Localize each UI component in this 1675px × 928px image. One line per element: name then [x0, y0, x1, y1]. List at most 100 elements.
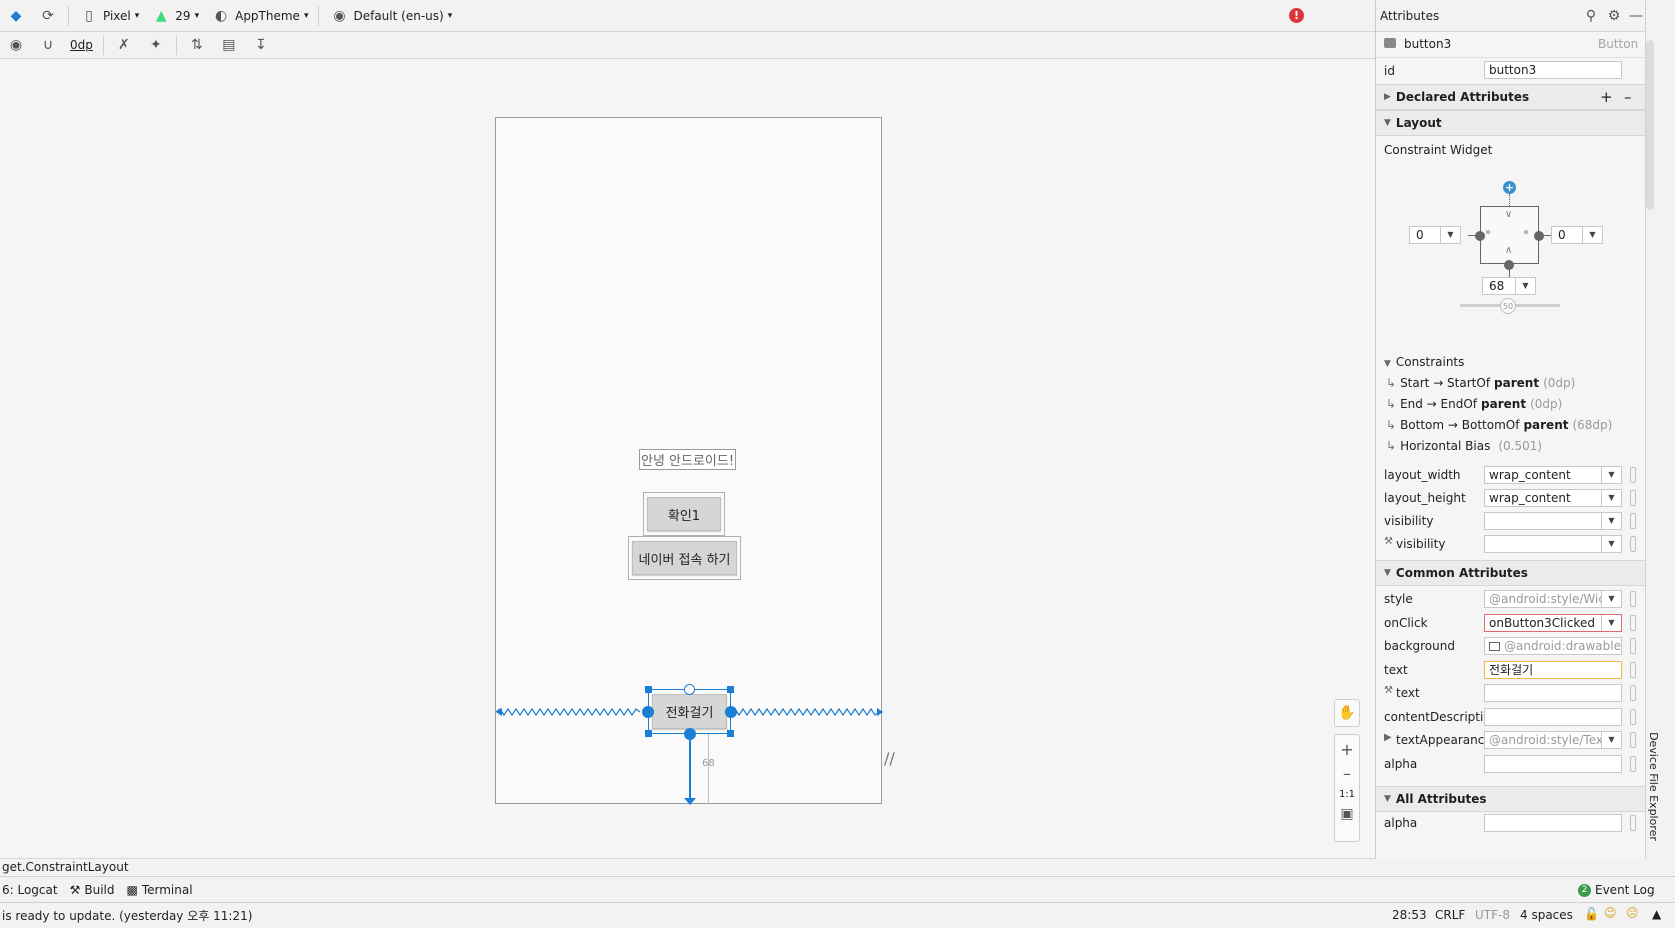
attribute-field[interactable]: @android:drawable/b	[1484, 637, 1622, 655]
clear-constraints-button[interactable]: ✗	[108, 33, 140, 57]
caret-position[interactable]: 28:53	[1392, 908, 1427, 922]
resize-corner-icon[interactable]: ∕∕	[884, 749, 895, 768]
chevron-down-icon[interactable]: ▼	[1601, 467, 1621, 483]
zoom-out-icon[interactable]: –	[1337, 763, 1357, 783]
align-button[interactable]: ▤	[213, 33, 245, 57]
locale-selector[interactable]: ◉ Default (en-us) ▾	[323, 4, 458, 28]
theme-selector[interactable]: ◐ AppTheme ▾	[205, 4, 314, 28]
pin-handle[interactable]	[1630, 513, 1636, 529]
chevron-down-icon[interactable]: ▼	[1601, 513, 1621, 529]
pin-handle[interactable]	[1630, 490, 1636, 506]
pin-handle[interactable]	[1630, 467, 1636, 483]
device-selector[interactable]: ▯ Pixel ▾	[73, 4, 145, 28]
pin-handle[interactable]	[1630, 591, 1636, 607]
hand-icon[interactable]: ✋	[1337, 703, 1357, 723]
attribute-field[interactable]	[1484, 754, 1622, 773]
attribute-field[interactable]: @android:style/Tex ▼	[1484, 731, 1622, 749]
memory-icon[interactable]: ▲	[1652, 907, 1661, 921]
attribute-field[interactable]: @android:style/Wic ▼	[1484, 590, 1622, 608]
view-options-button[interactable]: ◉	[0, 33, 32, 57]
constraint-item[interactable]: ↳ Bottom → BottomOf parent (68dp)	[1386, 418, 1612, 432]
line-separator[interactable]: CRLF	[1435, 908, 1465, 922]
greeting-textview[interactable]: 안녕 안드로이드!	[639, 449, 737, 470]
add-top-constraint-icon[interactable]: +	[1503, 181, 1516, 194]
constraints-header[interactable]: ▼ Constraints	[1384, 355, 1464, 369]
button1[interactable]: 확인1	[647, 497, 721, 531]
build-tab[interactable]: ⚒ Build	[64, 878, 121, 902]
button3[interactable]: 전화걸기	[652, 694, 727, 729]
file-encoding[interactable]: UTF-8	[1475, 908, 1510, 922]
orientation-button[interactable]: ⟳	[32, 4, 64, 28]
pin-handle[interactable]	[1630, 638, 1636, 654]
logcat-tab[interactable]: 6: Logcat	[0, 878, 64, 902]
scrollbar[interactable]	[1646, 40, 1654, 210]
infer-constraints-button[interactable]: ✦	[140, 33, 172, 57]
resize-handle[interactable]	[727, 686, 734, 693]
attribute-field[interactable]	[1484, 814, 1622, 832]
resize-handle[interactable]	[727, 730, 734, 737]
chevron-down-icon[interactable]: ▼	[1601, 490, 1621, 506]
search-icon[interactable]: ⚲	[1581, 6, 1601, 26]
terminal-tab[interactable]: ▩ Terminal	[120, 878, 198, 902]
remove-icon[interactable]: –	[1624, 88, 1632, 106]
pack-button[interactable]: ⇅	[181, 33, 213, 57]
left-margin-select[interactable]: 0 ▼	[1409, 226, 1461, 244]
zoom-fit-icon[interactable]: ▣	[1337, 804, 1357, 824]
pin-handle[interactable]	[1630, 614, 1636, 631]
layers-button[interactable]: ◆	[0, 4, 32, 28]
constraint-item[interactable]: ↳ End → EndOf parent (0dp)	[1386, 397, 1562, 411]
pin-handle[interactable]	[1630, 685, 1636, 701]
breadcrumb[interactable]: get.ConstraintLayout	[0, 858, 1375, 876]
design-canvas[interactable]: 안녕 안드로이드! 확인1 네이버 접속 하기 전화걸기 68 ∕∕ ✋ + –…	[0, 59, 1375, 859]
right-margin-select[interactable]: 0 ▼	[1551, 226, 1603, 244]
bottom-anchor[interactable]	[684, 728, 696, 740]
attribute-field[interactable]: onButton3Clicked ▼	[1484, 613, 1622, 632]
pin-handle[interactable]	[1630, 755, 1636, 772]
pin-handle[interactable]	[1630, 536, 1636, 552]
guidelines-button[interactable]: ↧	[245, 33, 277, 57]
layout-header[interactable]: ▼ Layout	[1376, 110, 1646, 136]
pin-handle[interactable]	[1630, 732, 1636, 748]
chevron-down-icon[interactable]: ▼	[1601, 614, 1621, 631]
pin-handle[interactable]	[1630, 661, 1636, 678]
attribute-field[interactable]: 전화걸기	[1484, 660, 1622, 679]
button2[interactable]: 네이버 접속 하기	[632, 541, 737, 575]
bias-slider-thumb[interactable]: 50	[1500, 298, 1516, 314]
resize-handle[interactable]	[645, 730, 652, 737]
top-anchor[interactable]	[684, 684, 695, 695]
zoom-reset-button[interactable]: 1:1	[1339, 789, 1355, 800]
attribute-field[interactable]	[1484, 707, 1622, 726]
add-icon[interactable]: +	[1600, 88, 1613, 106]
chevron-down-icon[interactable]: ▼	[1601, 536, 1621, 552]
lock-icon[interactable]: 🔓	[1584, 907, 1599, 921]
all-attributes-header[interactable]: ▼ All Attributes	[1376, 786, 1646, 812]
attribute-field[interactable]: ▼	[1484, 535, 1622, 553]
common-attributes-header[interactable]: ▼ Common Attributes	[1376, 560, 1646, 586]
end-anchor[interactable]	[725, 706, 737, 718]
chevron-down-icon[interactable]: ▼	[1601, 591, 1621, 607]
api-selector[interactable]: ▲ 29 ▾	[145, 4, 205, 28]
pin-handle[interactable]	[1630, 815, 1636, 831]
constraint-item[interactable]: ↳ Horizontal Bias (0.501)	[1386, 439, 1542, 453]
error-icon[interactable]: !	[1289, 8, 1304, 23]
gear-icon[interactable]: ⚙	[1604, 6, 1624, 26]
default-margin-button[interactable]: 0dp	[64, 33, 99, 57]
indent-setting[interactable]: 4 spaces	[1520, 908, 1573, 922]
chevron-down-icon[interactable]: ▼	[1601, 732, 1621, 748]
pin-handle[interactable]	[1630, 708, 1636, 725]
attribute-field[interactable]: ▼	[1484, 512, 1622, 530]
zoom-in-icon[interactable]: +	[1337, 739, 1357, 759]
autoconnect-button[interactable]: ∪	[32, 33, 64, 57]
resize-handle[interactable]	[645, 686, 652, 693]
attribute-field[interactable]	[1484, 684, 1622, 702]
minimize-icon[interactable]: —	[1626, 6, 1646, 26]
attribute-field[interactable]: wrap_content ▼	[1484, 489, 1622, 507]
id-field[interactable]: button3	[1484, 61, 1622, 79]
start-anchor[interactable]	[642, 706, 654, 718]
constraint-item[interactable]: ↳ Start → StartOf parent (0dp)	[1386, 376, 1575, 390]
sad-face-icon[interactable]: ☹	[1626, 906, 1639, 920]
bottom-margin-select[interactable]: 68 ▼	[1482, 277, 1536, 295]
attribute-field[interactable]: wrap_content ▼	[1484, 466, 1622, 484]
device-file-explorer-tab[interactable]: Device File Explorer	[1647, 720, 1674, 860]
declared-attributes-header[interactable]: ▶ Declared Attributes + –	[1376, 84, 1646, 110]
